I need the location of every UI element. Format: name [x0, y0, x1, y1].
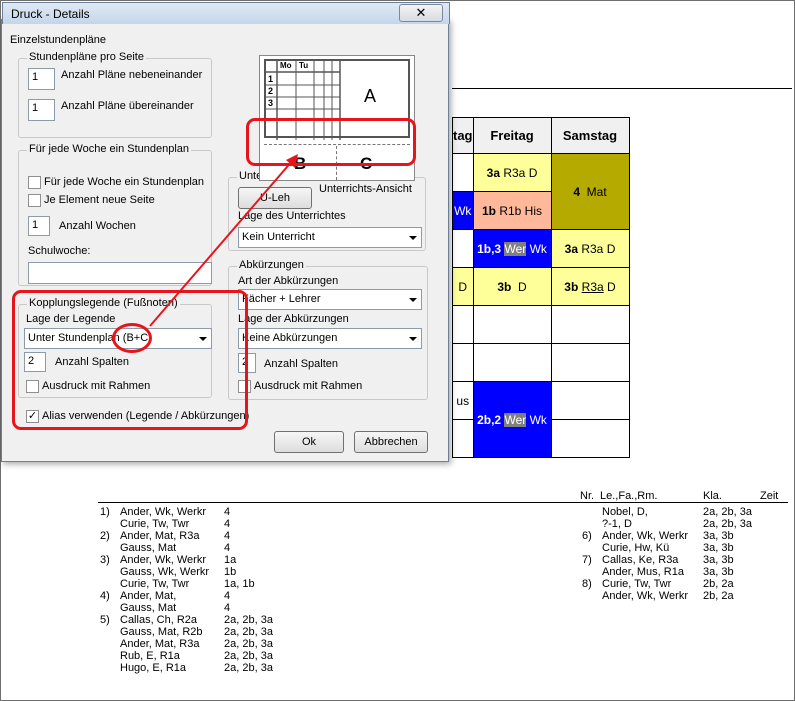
annotation-arrow	[149, 154, 298, 327]
